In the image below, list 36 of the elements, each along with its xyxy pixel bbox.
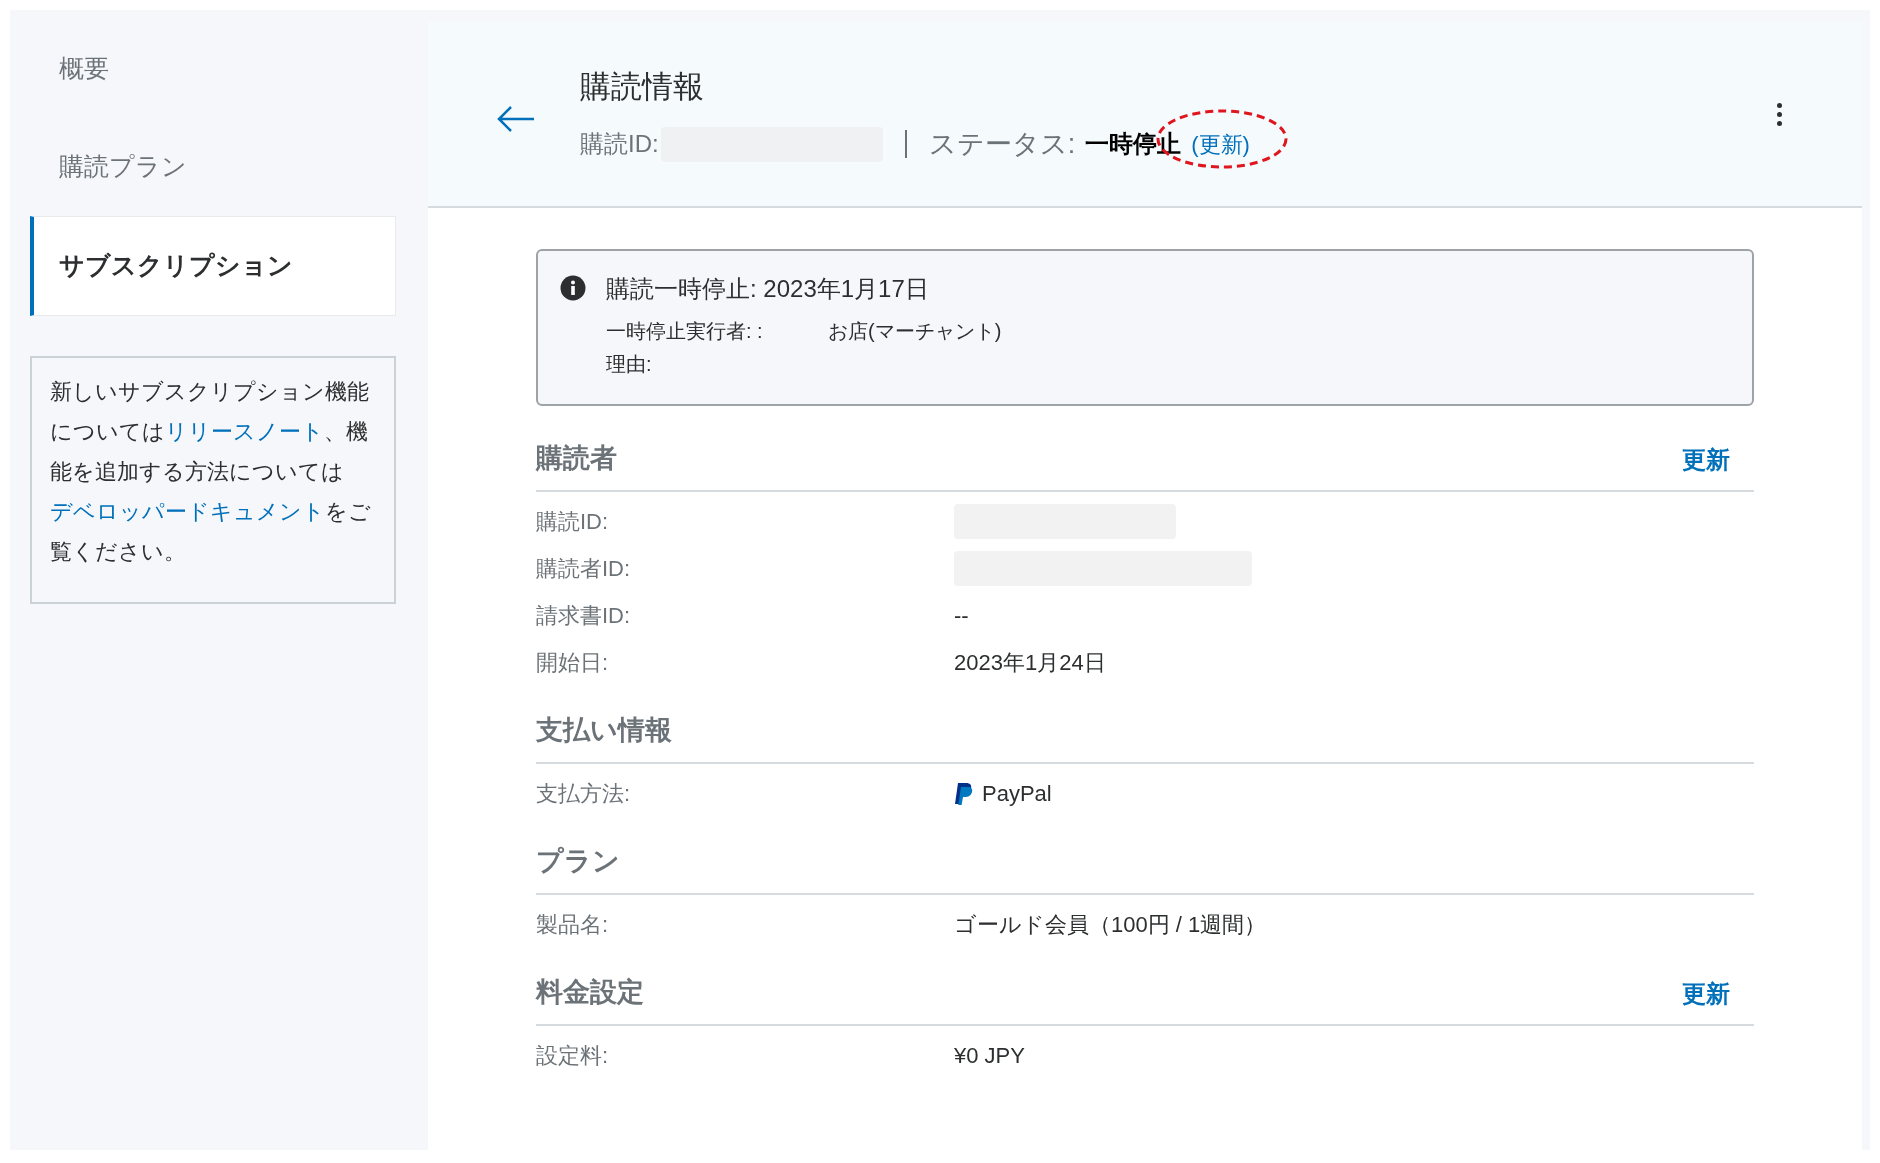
info-note-text: 新しいサブスクリプション機能については リリースノート、機能を追加する方法については デベロッパードキュメント をご覧ください。 xyxy=(50,378,372,566)
notice-label: 理由: xyxy=(606,352,653,377)
update-link[interactable]: (更新) xyxy=(1191,132,1250,158)
field-value: -- xyxy=(954,603,969,628)
field-value: 2023年1月24日 xyxy=(954,650,1106,675)
field-value: ¥0 JPY xyxy=(954,1043,1025,1068)
notice-value: お店(マーチャント) xyxy=(828,319,1002,344)
section-heading: 料金設定 xyxy=(536,975,644,1009)
field-label: 請求書ID: xyxy=(536,602,632,630)
notice-title: 購読一時停止: 2023年1月17日 xyxy=(606,274,930,304)
notice-label: 一時停止実行者: : xyxy=(606,319,764,344)
field-label: 購読ID: xyxy=(536,508,610,536)
doc-link[interactable]: リリースノート xyxy=(165,419,324,444)
update-link[interactable]: 更新 xyxy=(1682,442,1730,478)
section-heading: プラン xyxy=(536,844,620,878)
field-value: ゴールド会員（100円 / 1週間） xyxy=(954,912,1267,937)
payment-method-value: PayPal xyxy=(982,780,1052,808)
field-label: 支払方法: xyxy=(536,780,632,808)
sidebar-item[interactable]: 概要 xyxy=(30,20,396,118)
field-label: 設定料: xyxy=(536,1042,610,1070)
field-label: 製品名: xyxy=(536,911,610,939)
status-label: ステータス: xyxy=(928,128,1076,161)
section-heading: 購読者 xyxy=(536,441,617,475)
id-label: 購読ID: xyxy=(580,129,659,160)
info-icon xyxy=(560,275,586,301)
doc-link[interactable]: デベロッパードキュメント xyxy=(50,499,325,524)
back-arrow-icon[interactable] xyxy=(496,104,536,134)
sidebar-item[interactable]: サブスクリプション xyxy=(30,216,396,316)
paypal-logo-icon xyxy=(954,781,974,806)
section-heading: 支払い情報 xyxy=(536,713,672,747)
sidebar-item[interactable]: 購読プラン xyxy=(30,118,396,216)
page-title: 購読情報 xyxy=(580,67,705,106)
field-label: 購読者ID: xyxy=(536,555,632,583)
field-label: 開始日: xyxy=(536,649,610,677)
update-link[interactable]: 更新 xyxy=(1682,976,1730,1012)
more-options-icon[interactable] xyxy=(1777,102,1782,126)
